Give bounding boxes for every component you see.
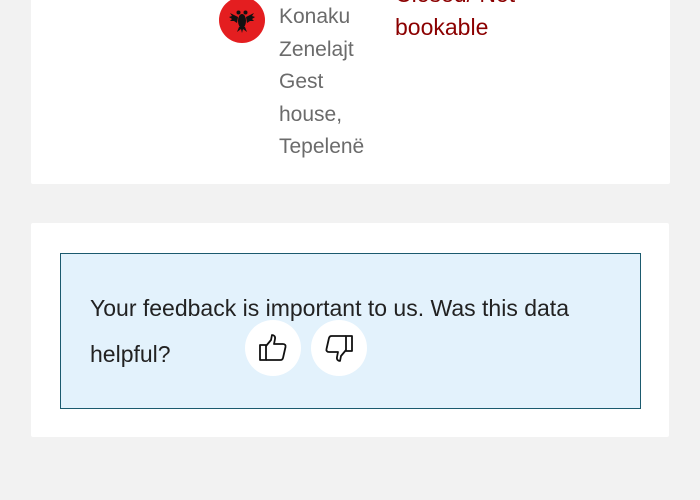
booking-status: Closed/ Not bookable [395, 0, 515, 40]
stay-result-card: Konaku Zenelajt Gest house, Tepelenë Clo… [31, 0, 670, 184]
thumbs-down-button[interactable] [311, 320, 367, 376]
stay-name[interactable]: Konaku Zenelajt Gest house, Tepelenë [279, 1, 379, 164]
thumbs-down-icon [325, 335, 353, 362]
thumbs-up-icon [259, 334, 287, 361]
albania-flag-icon [219, 0, 265, 43]
thumbs-up-button[interactable] [245, 320, 301, 376]
feedback-box: Your feedback is important to us. Was th… [60, 253, 641, 409]
feedback-card: Your feedback is important to us. Was th… [31, 223, 669, 437]
